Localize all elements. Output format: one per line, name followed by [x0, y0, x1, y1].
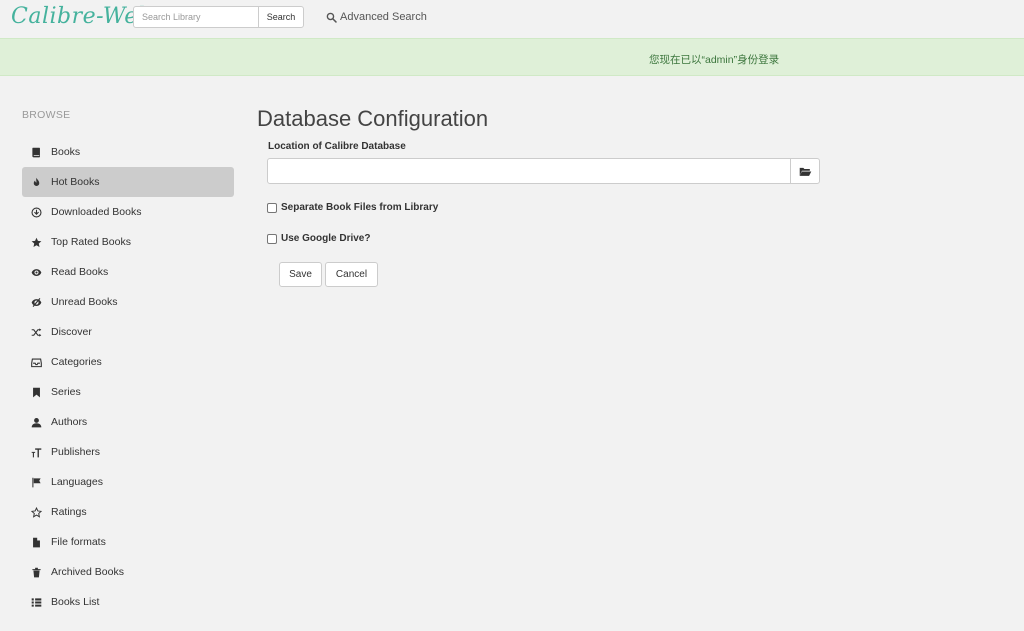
google-drive-checkbox[interactable]	[267, 233, 277, 244]
sidebar-item-file-formats[interactable]: File formats	[22, 527, 234, 557]
sidebar-item-unread-books[interactable]: Unread Books	[22, 287, 234, 317]
user-icon	[30, 416, 42, 428]
eye-icon	[30, 266, 42, 278]
separate-files-option[interactable]: Separate Book Files from Library	[267, 202, 438, 213]
alert-text: 您现在已以“admin”身份登录	[649, 54, 780, 66]
page-title: Database Configuration	[257, 106, 489, 131]
search-button[interactable]: Search	[258, 6, 304, 28]
sidebar-item-books[interactable]: Books	[22, 137, 234, 167]
sidebar-item-label: File formats	[51, 536, 106, 548]
trash-icon	[30, 566, 42, 578]
inbox-icon	[30, 356, 42, 368]
search-input[interactable]	[133, 6, 259, 28]
sidebar-item-label: Unread Books	[51, 296, 118, 308]
google-drive-label: Use Google Drive?	[281, 233, 371, 244]
book-icon	[30, 146, 42, 158]
folder-open-icon	[799, 167, 811, 176]
sidebar-item-series[interactable]: Series	[22, 377, 234, 407]
google-drive-option[interactable]: Use Google Drive?	[267, 233, 370, 244]
eye-slash-icon	[30, 296, 42, 308]
star-icon	[30, 236, 42, 248]
sidebar-item-downloaded-books[interactable]: Downloaded Books	[22, 197, 234, 227]
sidebar-item-label: Archived Books	[51, 566, 124, 578]
sidebar-item-label: Read Books	[51, 266, 109, 278]
sidebar-item-label: Top Rated Books	[51, 236, 131, 248]
sidebar-item-hot-books[interactable]: Hot Books	[22, 167, 234, 197]
separate-files-checkbox[interactable]	[267, 202, 277, 213]
db-location-label: Location of Calibre Database	[268, 141, 406, 152]
sidebar-item-label: Authors	[51, 416, 88, 428]
advanced-search-link[interactable]: Advanced Search	[326, 11, 427, 23]
sidebar-item-discover[interactable]: Discover	[22, 317, 234, 347]
sidebar-item-label: Discover	[51, 326, 92, 338]
sidebar-item-ratings[interactable]: Ratings	[22, 497, 234, 527]
sidebar-item-label: Series	[51, 386, 81, 398]
list-icon	[30, 596, 42, 608]
navbar: Calibre-Web Search Advanced Search	[0, 0, 1024, 38]
advanced-search-label: Advanced Search	[340, 11, 427, 23]
text-size-icon	[30, 446, 42, 458]
sidebar-item-label: Downloaded Books	[51, 206, 142, 218]
sidebar-item-label: Books List	[51, 596, 100, 608]
save-button[interactable]: Save	[279, 262, 322, 287]
flag-icon	[30, 476, 42, 488]
sidebar-item-languages[interactable]: Languages	[22, 467, 234, 497]
sidebar-item-authors[interactable]: Authors	[22, 407, 234, 437]
sidebar-item-archived-books[interactable]: Archived Books	[22, 557, 234, 587]
sidebar-item-label: Hot Books	[51, 176, 100, 188]
download-icon	[30, 206, 42, 218]
login-alert: 您现在已以“admin”身份登录	[0, 38, 1024, 76]
sidebar-item-label: Ratings	[51, 506, 87, 518]
separate-files-label: Separate Book Files from Library	[281, 202, 439, 213]
search-icon	[326, 12, 337, 23]
browse-heading: BROWSE	[22, 109, 71, 121]
db-location-input[interactable]	[267, 158, 791, 184]
file-icon	[30, 536, 42, 548]
sidebar-item-read-books[interactable]: Read Books	[22, 257, 234, 287]
sidebar-item-categories[interactable]: Categories	[22, 347, 234, 377]
sidebar-item-label: Books	[51, 146, 81, 158]
brand-logo[interactable]: Calibre-Web	[11, 4, 152, 29]
sidebar-item-books-list[interactable]: Books List	[22, 587, 234, 617]
star-outline-icon	[30, 506, 42, 518]
sidebar-item-label: Languages	[51, 476, 103, 488]
sidebar-item-publishers[interactable]: Publishers	[22, 437, 234, 467]
folder-browse-button[interactable]	[790, 158, 820, 184]
fire-icon	[30, 176, 42, 188]
shuffle-icon	[30, 326, 42, 338]
bookmark-icon	[30, 386, 42, 398]
cancel-button[interactable]: Cancel	[325, 262, 378, 287]
sidebar-item-label: Publishers	[51, 446, 101, 458]
sidebar-item-label: Categories	[51, 356, 102, 368]
sidebar-item-top-rated-books[interactable]: Top Rated Books	[22, 227, 234, 257]
